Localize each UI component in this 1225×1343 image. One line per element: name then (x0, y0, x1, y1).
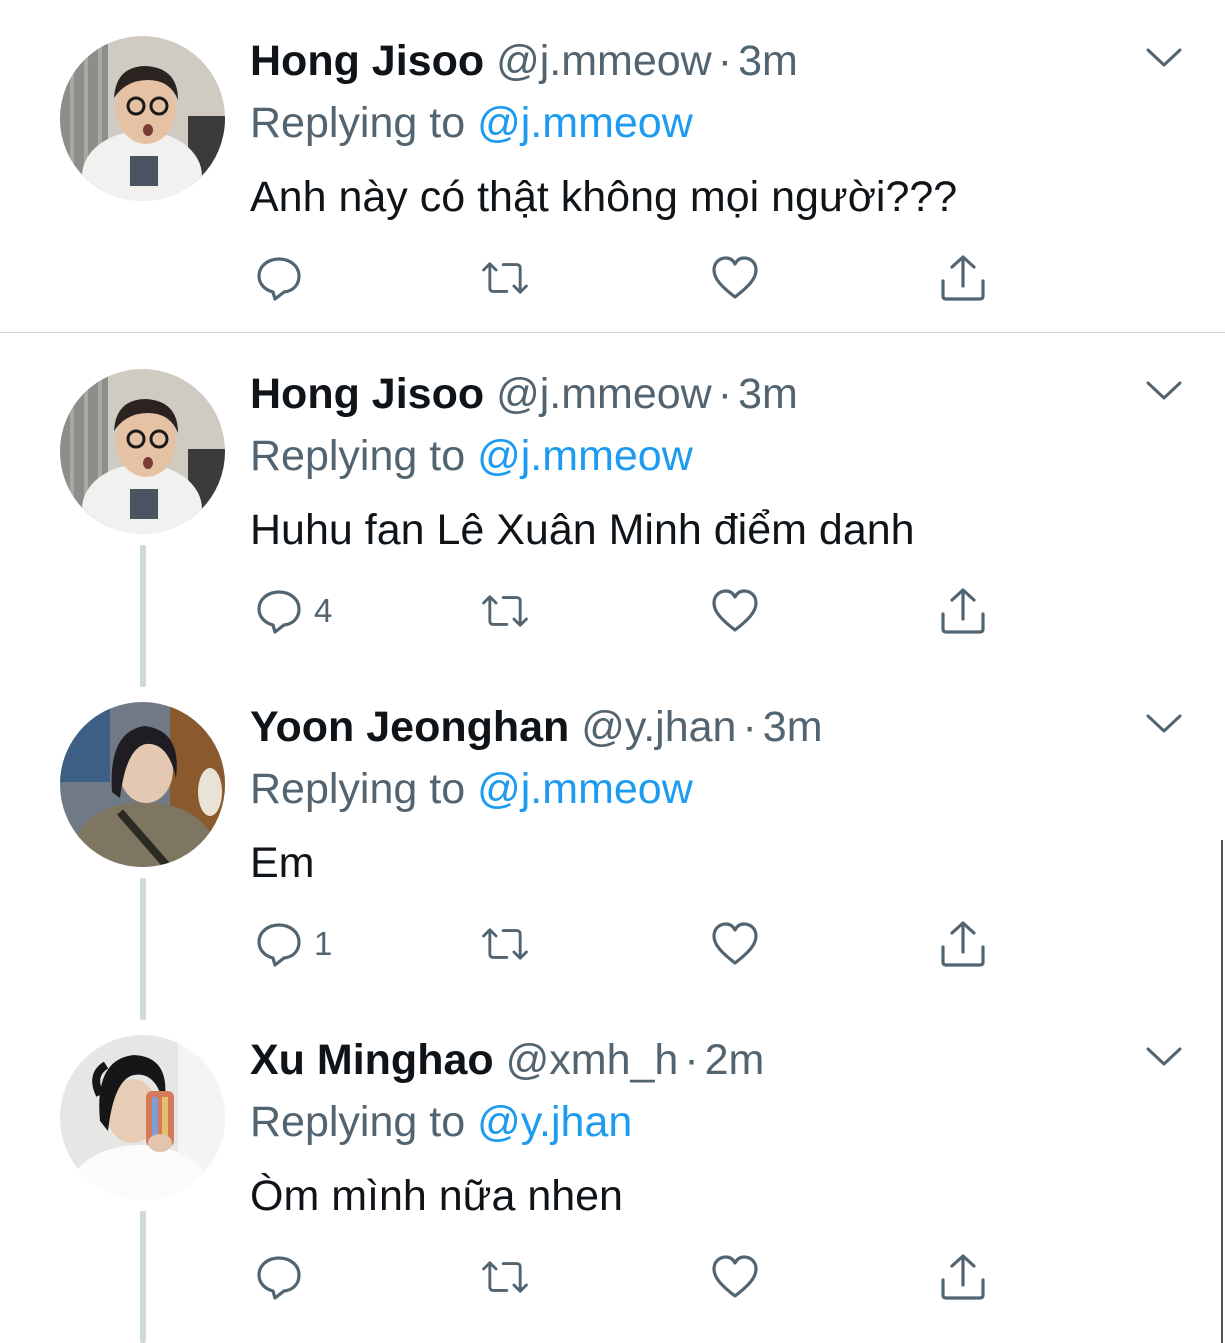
like-button[interactable] (710, 918, 760, 970)
like-button[interactable] (710, 1251, 760, 1303)
replying-to: Replying to @j.mmeow (250, 762, 693, 816)
speech-bubble-icon (257, 1256, 301, 1300)
separator-dot: · (742, 703, 757, 751)
like-button[interactable] (710, 252, 760, 304)
chevron-down-icon[interactable] (1145, 44, 1183, 72)
display-name[interactable]: Hong Jisoo (250, 370, 484, 418)
user-handle[interactable]: @y.jhan (581, 703, 736, 751)
avatar[interactable] (60, 369, 225, 534)
share-upload-icon (941, 1254, 985, 1300)
chevron-down-icon[interactable] (1145, 710, 1183, 738)
chevron-down-icon[interactable] (1145, 377, 1183, 405)
share-upload-icon (941, 921, 985, 967)
reply-button[interactable] (254, 1251, 314, 1303)
reply-button[interactable]: 1 (254, 918, 332, 970)
separator-dot: · (684, 1036, 699, 1084)
tweet[interactable]: Hong Jisoo @j.mmeow · 3m Replying to @j.mm… (0, 333, 1225, 687)
display-name[interactable]: Xu Minghao (250, 1036, 494, 1084)
display-name[interactable]: Hong Jisoo (250, 37, 484, 85)
speech-bubble-icon (257, 257, 301, 301)
like-button[interactable] (710, 585, 760, 637)
replying-to-label: Replying to (250, 1098, 466, 1146)
retweet-arrows-icon (482, 1261, 528, 1293)
replying-to: Replying to @j.mmeow (250, 96, 693, 150)
replying-to-label: Replying to (250, 99, 466, 147)
share-button[interactable] (938, 585, 988, 637)
tweet-actions (0, 252, 1225, 304)
share-button[interactable] (938, 1251, 988, 1303)
avatar[interactable] (60, 702, 225, 867)
scrollbar[interactable] (1221, 840, 1223, 1343)
retweet-arrows-icon (482, 928, 528, 960)
retweet-arrows-icon (482, 595, 528, 627)
reply-count: 4 (314, 592, 333, 629)
tweet-actions (0, 1251, 1225, 1303)
replying-to: Replying to @j.mmeow (250, 429, 693, 483)
tweet[interactable]: Hong Jisoo @j.mmeow · 3m Replying to @j.mm… (0, 0, 1225, 333)
heart-icon (712, 922, 758, 965)
avatar[interactable] (60, 1035, 225, 1200)
share-button[interactable] (938, 918, 988, 970)
share-upload-icon (941, 588, 985, 634)
share-upload-icon (941, 255, 985, 301)
replying-to-handle[interactable]: @j.mmeow (477, 765, 693, 813)
retweet-button[interactable] (480, 252, 530, 304)
tweet-header: Xu Minghao @xmh_h · 2m (250, 1033, 764, 1087)
replying-to-handle[interactable]: @j.mmeow (477, 99, 693, 147)
timestamp[interactable]: 3m (738, 37, 798, 85)
user-handle[interactable]: @j.mmeow (496, 370, 712, 418)
replying-to: Replying to @y.jhan (250, 1095, 632, 1149)
tweet-text: Anh này có thật không mọi người??? (250, 173, 958, 221)
retweet-button[interactable] (480, 585, 530, 637)
heart-icon (712, 1255, 758, 1298)
user-handle[interactable]: @xmh_h (506, 1036, 679, 1084)
avatar[interactable] (60, 36, 225, 201)
timestamp[interactable]: 3m (763, 703, 823, 751)
tweet-thread: Hong Jisoo @j.mmeow · 3m Replying to @j.mm… (0, 0, 1225, 1343)
display-name[interactable]: Yoon Jeonghan (250, 703, 569, 751)
tweet-text: Òm mình nữa nhen (250, 1172, 623, 1220)
share-button[interactable] (938, 252, 988, 304)
replying-to-label: Replying to (250, 765, 466, 813)
tweet[interactable]: Yoon Jeonghan @y.jhan · 3m Replying to @j.… (0, 666, 1225, 1020)
tweet[interactable]: Xu Minghao @xmh_h · 2m Replying to @y.jhan… (0, 999, 1225, 1343)
tweet-text: Huhu fan Lê Xuân Minh điểm danh (250, 506, 915, 554)
tweet-header: Hong Jisoo @j.mmeow · 3m (250, 34, 798, 88)
retweet-arrows-icon (482, 262, 528, 294)
separator-dot: · (717, 37, 733, 85)
tweet-text: Em (250, 839, 315, 887)
timestamp[interactable]: 2m (705, 1036, 765, 1084)
tweet-actions: 1 (0, 918, 1225, 970)
heart-icon (712, 256, 758, 299)
reply-button[interactable] (254, 252, 314, 304)
user-handle[interactable]: @j.mmeow (496, 37, 712, 85)
tweet-actions: 4 (0, 585, 1225, 637)
timestamp[interactable]: 3m (738, 370, 798, 418)
replying-to-handle[interactable]: @j.mmeow (477, 432, 693, 480)
chevron-down-icon[interactable] (1145, 1043, 1183, 1071)
retweet-button[interactable] (480, 1251, 530, 1303)
heart-icon (712, 589, 758, 632)
reply-button[interactable]: 4 (254, 585, 332, 637)
replying-to-handle[interactable]: @y.jhan (477, 1098, 632, 1146)
replying-to-label: Replying to (250, 432, 466, 480)
separator-dot: · (717, 370, 733, 418)
retweet-button[interactable] (480, 918, 530, 970)
tweet-header: Yoon Jeonghan @y.jhan · 3m (250, 700, 823, 754)
speech-bubble-icon (257, 590, 301, 634)
reply-count: 1 (314, 925, 333, 962)
speech-bubble-icon (257, 923, 301, 967)
tweet-header: Hong Jisoo @j.mmeow · 3m (250, 367, 798, 421)
